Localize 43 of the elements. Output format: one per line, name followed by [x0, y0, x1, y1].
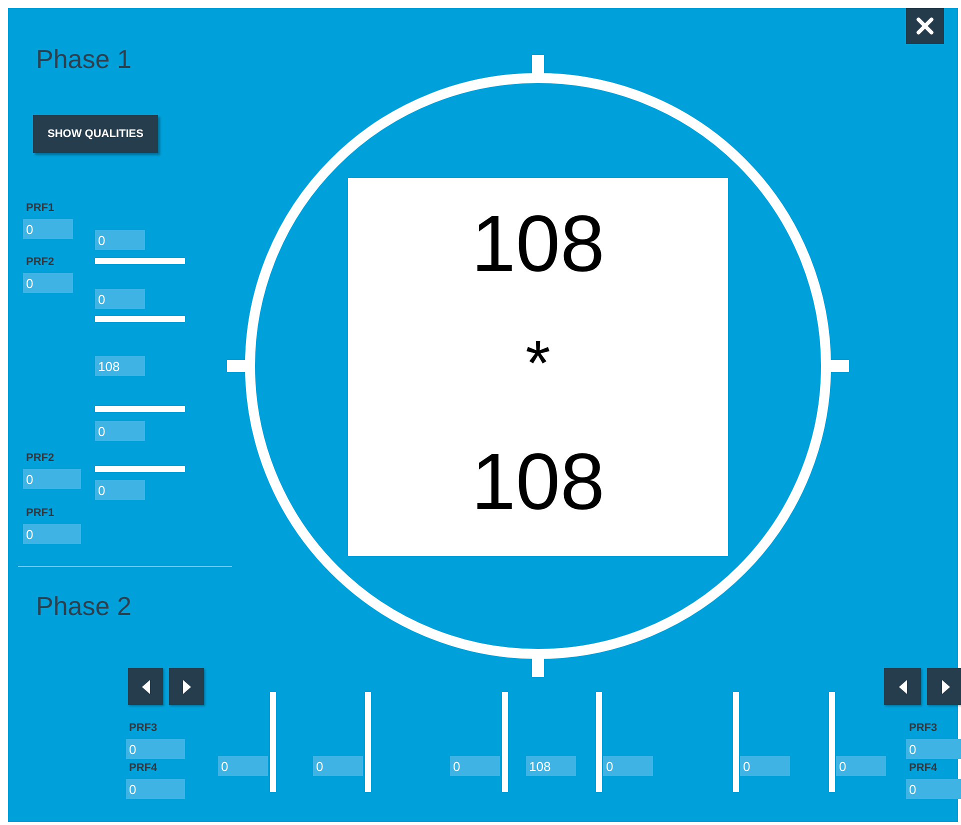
section-title: Phase 2 [36, 591, 132, 621]
value-field[interactable]: 0 [906, 779, 961, 799]
value-field[interactable]: 0 [23, 469, 81, 489]
left-triangle-icon [142, 680, 150, 694]
right-triangle-icon [942, 680, 950, 694]
value-field[interactable]: 0 [126, 779, 185, 799]
value-field[interactable]: 0 [313, 756, 363, 776]
value-field[interactable]: 0 [95, 289, 145, 309]
value-field[interactable]: 0 [23, 219, 73, 239]
operator-symbol: * [526, 328, 550, 398]
field-label: PRF3 [128, 721, 158, 735]
field-label: PRF1 [25, 506, 56, 520]
value-field[interactable]: 0 [23, 524, 81, 544]
right-triangle-icon [182, 680, 190, 694]
value-field[interactable]: 0 [740, 756, 790, 776]
field-label: PRF2 [25, 255, 56, 269]
top-value: 108 [471, 200, 605, 288]
value-field[interactable]: 0 [95, 480, 145, 500]
value-field[interactable]: 0 [95, 421, 145, 441]
value-field[interactable]: 108 [526, 756, 576, 776]
field-label: PRF3 [908, 721, 938, 735]
next-button[interactable] [169, 668, 204, 705]
show-qualities-button[interactable]: SHOW QUALITIES [33, 115, 158, 153]
bottom-value: 108 [471, 438, 605, 526]
value-field[interactable]: 0 [836, 756, 886, 776]
field-label: PRF1 [25, 201, 56, 215]
previous-button[interactable] [128, 668, 163, 705]
value-field[interactable]: 0 [603, 756, 653, 776]
value-field[interactable]: 0 [95, 230, 145, 250]
value-field[interactable]: 0 [126, 739, 185, 759]
previous-button[interactable] [884, 668, 921, 705]
section-title: Phase 1 [36, 44, 132, 74]
field-label: PRF4 [908, 761, 938, 775]
value-field[interactable]: 0 [218, 756, 268, 776]
close-button[interactable] [906, 8, 944, 44]
value-field[interactable]: 108 [95, 356, 145, 376]
next-button[interactable] [927, 668, 961, 705]
value-field[interactable]: 0 [906, 739, 961, 759]
value-field[interactable]: 0 [23, 273, 73, 293]
field-label: PRF2 [25, 451, 56, 465]
field-label: PRF4 [128, 761, 158, 775]
value-field[interactable]: 0 [450, 756, 500, 776]
left-triangle-icon [898, 680, 906, 694]
